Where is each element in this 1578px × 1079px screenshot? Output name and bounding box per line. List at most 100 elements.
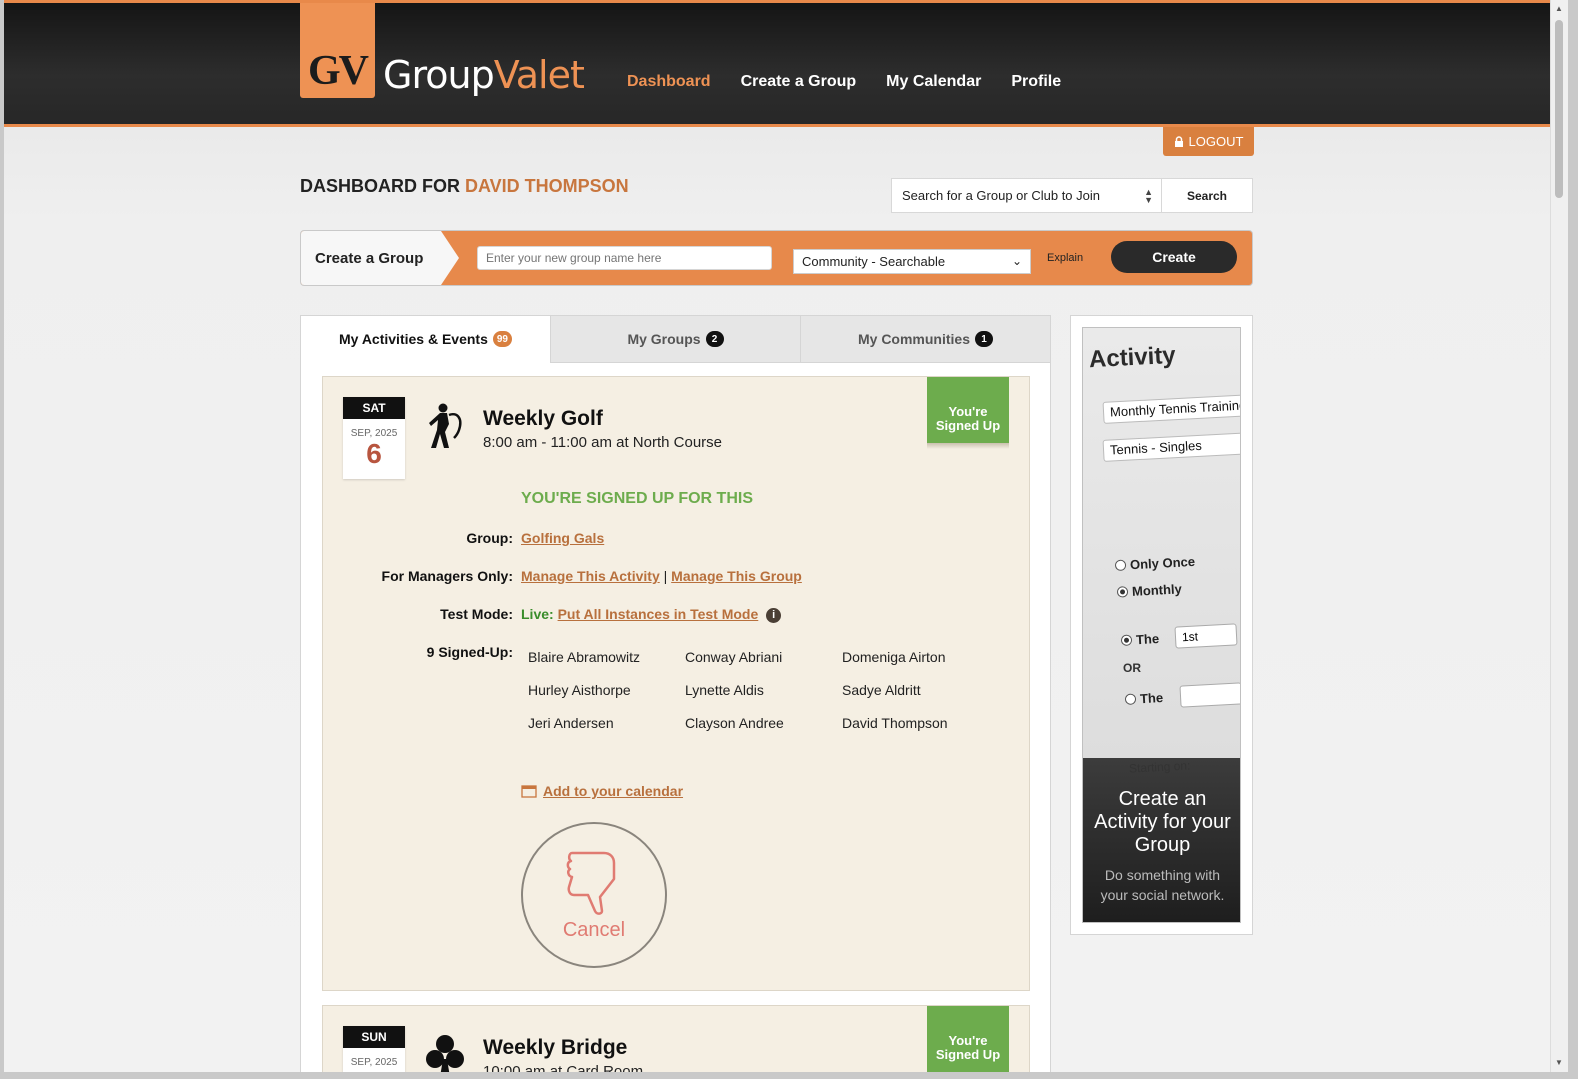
add-calendar-link[interactable]: Add to your calendar (543, 783, 683, 799)
event-title[interactable]: Weekly Golf (483, 407, 603, 431)
group-label: Group: (466, 530, 513, 546)
date-badge: SAT SEP, 2025 6 (343, 397, 405, 479)
group-name-input[interactable] (477, 246, 772, 270)
signup-name: Domeniga Airton (842, 649, 946, 665)
create-group-bar: Create a Group Community - Searchable ⌄ … (300, 230, 1253, 286)
ad-caption: Create an Activity for your Group Do som… (1083, 758, 1240, 922)
scroll-down-icon[interactable]: ▼ (1555, 1058, 1563, 1067)
ad-radio-label: Only Once (1129, 553, 1196, 573)
ad-activity-name-field: Monthly Tennis Training (1102, 394, 1240, 424)
chevron-down-icon: ⌄ (1011, 254, 1022, 268)
ad-or-label: OR (1123, 661, 1141, 675)
group-type-select[interactable]: Community - Searchable ⌄ (793, 249, 1031, 274)
sidebar: Activity Monthly Tennis Training Tennis … (1070, 315, 1253, 935)
search-select-value: Search for a Group or Club to Join (902, 188, 1100, 203)
signups-label: 9 Signed-Up: (426, 644, 513, 660)
ad-radio-once: Only Once (1114, 553, 1196, 573)
date-day-number: 6 (366, 438, 382, 469)
user-name: DAVID THOMPSON (465, 176, 629, 196)
tab-label: My Groups (627, 331, 701, 347)
ad-radio-label: The (1135, 631, 1160, 648)
tab-my-communities[interactable]: My Communities 1 (800, 316, 1050, 363)
logo-monogram: GV (308, 48, 369, 94)
nav-profile[interactable]: Profile (1011, 73, 1061, 91)
signup-name: Blaire Abramowitz (528, 649, 641, 665)
scroll-thumb[interactable] (1555, 20, 1563, 198)
date-weekday: SAT (343, 397, 405, 419)
page-title: DASHBOARD FOR DAVID THOMPSON (300, 176, 629, 197)
cancel-button[interactable]: Cancel (521, 822, 667, 968)
signed-up-flag: You're Signed Up (927, 1006, 1009, 1072)
event-time: 10:00 am at Card Room (483, 1063, 644, 1072)
logo-word-group: Group (383, 53, 495, 97)
main-nav: Dashboard Create a Group My Calendar Pro… (627, 73, 1091, 91)
link-separator: | (663, 568, 668, 584)
tab-label: My Communities (857, 331, 970, 347)
ad-radio-label: The (1139, 690, 1164, 707)
tab-my-activities[interactable]: My Activities & Events 99 (301, 316, 550, 363)
test-mode-link[interactable]: Put All Instances in Test Mode (558, 606, 759, 622)
group-search: Search for a Group or Club to Join ▲ ▼ Se… (891, 178, 1253, 213)
search-select[interactable]: Search for a Group or Club to Join ▲ ▼ (892, 179, 1162, 212)
search-button[interactable]: Search (1162, 179, 1252, 212)
signup-name: Jeri Andersen (528, 715, 614, 731)
nav-dashboard[interactable]: Dashboard (627, 73, 711, 91)
ad-heading: Activity (1088, 341, 1177, 374)
logo-wordmark[interactable]: GroupValet (383, 53, 585, 97)
live-status: Live: (521, 606, 554, 622)
radio-icon (1124, 693, 1137, 705)
signed-up-message: YOU'RE SIGNED UP FOR THIS (521, 490, 753, 507)
logo-mark[interactable]: GV (300, 3, 375, 98)
signup-name: Sadye Aldritt (842, 682, 921, 698)
lock-icon (1174, 136, 1183, 147)
ad-title: Create an Activity for your Group (1094, 788, 1231, 856)
explain-link[interactable]: Explain (1047, 252, 1083, 264)
logout-button[interactable]: LOGOUT (1163, 127, 1254, 156)
event-title[interactable]: Weekly Bridge (483, 1036, 627, 1060)
signup-name: Hurley Aisthorpe (528, 682, 631, 698)
tab-bar: My Activities & Events 99 My Groups 2 My… (301, 316, 1050, 363)
club-suit-icon (426, 1035, 464, 1072)
radio-icon (1120, 634, 1133, 646)
ad-activity-type-field: Tennis - Singles (1102, 432, 1240, 462)
select-arrows-icon: ▲ ▼ (1144, 187, 1153, 205)
ad-radio-monthly: Monthly (1116, 581, 1183, 599)
nav-create-group[interactable]: Create a Group (741, 73, 857, 91)
ad-radio-label: Monthly (1131, 581, 1183, 599)
tab-label: My Activities & Events (339, 331, 488, 347)
scroll-up-icon[interactable]: ▲ (1555, 4, 1563, 13)
title-prefix: DASHBOARD FOR (300, 176, 460, 196)
promo-create-activity[interactable]: Activity Monthly Tennis Training Tennis … (1082, 327, 1241, 923)
create-button[interactable]: Create (1111, 241, 1237, 273)
manage-group-link[interactable]: Manage This Group (671, 568, 802, 584)
manage-activity-link[interactable]: Manage This Activity (521, 568, 660, 584)
signup-name: Lynette Aldis (685, 682, 764, 698)
thumbs-down-icon (566, 851, 616, 915)
site-header: GV GroupValet Dashboard Create a Group M… (4, 0, 1550, 127)
create-group-label: Create a Group (301, 231, 459, 285)
signups-list: Blaire Abramowitz Conway Abriani Domenig… (528, 649, 999, 731)
activities-panel: My Activities & Events 99 My Groups 2 My… (300, 315, 1051, 1072)
group-link[interactable]: Golfing Gals (521, 530, 604, 546)
radio-icon (1116, 586, 1129, 598)
logout-label: LOGOUT (1188, 134, 1244, 149)
nav-my-calendar[interactable]: My Calendar (886, 73, 981, 91)
logo-word-valet: Valet (493, 53, 585, 97)
ad-subtitle: Do something with your social network. (1100, 867, 1225, 903)
test-mode-value: Live: Put All Instances in Test Mode i (521, 606, 782, 623)
signup-name: Conway Abriani (685, 649, 783, 665)
count-badge: 2 (705, 331, 724, 347)
event-card: SUN SEP, 2025 Weekly Bridge 10:00 am at … (322, 1005, 1030, 1072)
date-month-year: SEP, 2025 (350, 1057, 398, 1068)
ad-day-select (1179, 682, 1240, 708)
tab-my-groups[interactable]: My Groups 2 (550, 316, 800, 363)
add-calendar[interactable]: Add to your calendar (521, 783, 683, 799)
radio-icon (1114, 559, 1127, 572)
group-type-value: Community - Searchable (802, 254, 946, 269)
managers-label: For Managers Only: (381, 568, 513, 584)
ad-radio-the-1: The (1120, 631, 1160, 648)
signed-up-flag: You're Signed Up (927, 377, 1009, 449)
page-scrollbar[interactable]: ▲ ▼ (1550, 0, 1568, 1072)
calendar-icon (521, 785, 537, 798)
info-icon[interactable]: i (766, 607, 782, 623)
